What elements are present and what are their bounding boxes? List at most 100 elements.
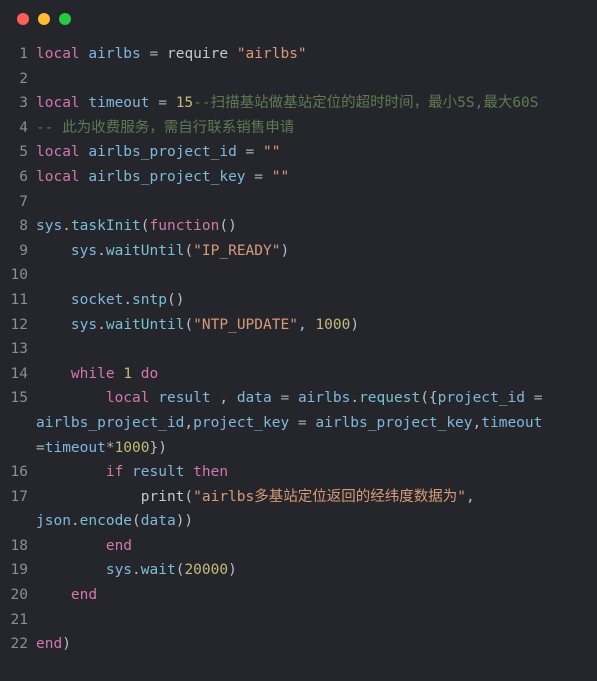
code-line[interactable]: 12 sys.waitUntil("NTP_UPDATE", 1000): [0, 313, 597, 338]
line-code-text[interactable]: [36, 67, 597, 92]
token-id: airlbs_project_id: [36, 414, 185, 431]
token-kw: while: [70, 365, 115, 382]
line-code-text[interactable]: socket.sntp(): [36, 288, 597, 313]
token-punc: .: [97, 242, 106, 259]
code-line[interactable]: 8 sys.taskInit(function(): [0, 214, 597, 239]
code-line[interactable]: 1 local airlbs = require "airlbs": [0, 42, 597, 67]
line-number: 7: [19, 193, 28, 210]
line-code-text[interactable]: local airlbs_project_id = "": [36, 140, 597, 165]
code-line[interactable]: 22 end): [0, 632, 597, 657]
line-code-text[interactable]: if result then: [36, 460, 597, 485]
code-line[interactable]: 21: [0, 608, 597, 633]
token-kw: do: [140, 365, 159, 382]
line-code-text[interactable]: sys.waitUntil("NTP_UPDATE", 1000): [36, 313, 597, 338]
code-line[interactable]: 6 local airlbs_project_key = "": [0, 165, 597, 190]
code-line[interactable]: 4 -- 此为收费服务，需自行联系销售申请: [0, 116, 597, 141]
token-kw: if: [105, 464, 124, 481]
line-number: 9: [19, 242, 28, 259]
token-op: =: [36, 439, 45, 456]
line-number: 6: [19, 168, 28, 185]
token-punc: }): [149, 439, 167, 456]
token-str: "": [263, 144, 281, 161]
token-punc: (: [184, 488, 194, 505]
line-number: 18: [10, 537, 28, 554]
token-punc: ): [228, 562, 237, 579]
token-punc: (): [166, 291, 185, 308]
code-content-area[interactable]: 1 local airlbs = require "airlbs" 2 3 local…: [0, 38, 597, 681]
line-code-text[interactable]: [36, 608, 597, 633]
line-code-text[interactable]: sys.wait(20000): [36, 558, 597, 583]
line-code-text[interactable]: while 1 do: [36, 362, 597, 387]
line-number: 1: [19, 46, 28, 62]
line-number: 5: [19, 144, 28, 161]
line-number: 4: [19, 119, 28, 136]
token-id: result: [132, 464, 185, 481]
line-code-text[interactable]: print("airlbs多基站定位返回的经纬度数据为", json.encod…: [36, 485, 597, 534]
token-punc: ,: [210, 390, 237, 407]
token-kw: end: [105, 537, 133, 554]
maximize-window-button[interactable]: [59, 13, 71, 25]
token-id: result: [158, 390, 211, 407]
token-id: project_id: [437, 390, 525, 407]
token-punc: (): [219, 218, 237, 235]
minimize-window-button[interactable]: [38, 13, 50, 25]
token-plain: require: [166, 46, 229, 62]
code-line[interactable]: 2: [0, 67, 597, 92]
line-code-text[interactable]: local timeout = 15--扫描基站做基站定位的超时时间，最小5S,…: [36, 91, 597, 116]
line-code-text[interactable]: sys.waitUntil("IP_READY"): [36, 239, 597, 264]
token-str: "airlbs多基站定位返回的经纬度数据为": [193, 488, 466, 505]
line-code-text[interactable]: end: [36, 534, 597, 559]
token-kw: local: [36, 144, 80, 161]
line-code-text[interactable]: sys.taskInit(function(): [36, 214, 597, 239]
token-punc: )): [175, 513, 194, 530]
token-id: airlbs_project_key: [88, 168, 246, 185]
token-kw: then: [193, 464, 229, 481]
token-punc: ): [280, 242, 290, 259]
line-code-text[interactable]: [36, 190, 597, 215]
token-punc: .: [350, 390, 360, 407]
code-line[interactable]: 14 while 1 do: [0, 362, 597, 387]
token-str: "NTP_UPDATE": [193, 316, 298, 333]
code-line[interactable]: 19 sys.wait(20000): [0, 558, 597, 583]
line-code-text[interactable]: [36, 263, 597, 288]
code-line[interactable]: 11 socket.sntp(): [0, 288, 597, 313]
code-line[interactable]: 13: [0, 337, 597, 362]
code-line[interactable]: 16 if result then: [0, 460, 597, 485]
token-fn: waitUntil: [105, 316, 185, 333]
line-code-text[interactable]: local airlbs_project_key = "": [36, 165, 597, 190]
token-num: 15: [175, 95, 194, 112]
code-line[interactable]: 5 local airlbs_project_id = "": [0, 140, 597, 165]
code-line[interactable]: 10: [0, 263, 597, 288]
token-op: =: [280, 390, 290, 407]
code-line[interactable]: 18 end: [0, 534, 597, 559]
line-number: 20: [10, 587, 28, 604]
line-code-text[interactable]: -- 此为收费服务，需自行联系销售申请: [36, 116, 597, 141]
code-line[interactable]: 15 local result , data = airlbs.request(…: [0, 386, 597, 460]
token-kw: local: [36, 95, 80, 112]
line-code-text[interactable]: [36, 337, 597, 362]
code-line[interactable]: 3 local timeout = 15--扫描基站做基站定位的超时时间，最小5S…: [0, 91, 597, 116]
token-fn: taskInit: [70, 218, 141, 235]
code-line[interactable]: 20 end: [0, 583, 597, 608]
token-kw: end: [36, 636, 63, 653]
line-code-text[interactable]: local result , data = airlbs.request({pr…: [36, 386, 597, 460]
line-code-text[interactable]: local airlbs = require "airlbs": [36, 42, 597, 67]
code-line[interactable]: 7: [0, 190, 597, 215]
token-id: sys: [70, 242, 98, 259]
code-line[interactable]: 9 sys.waitUntil("IP_READY"): [0, 239, 597, 264]
close-window-button[interactable]: [17, 13, 29, 25]
line-code-text[interactable]: end): [36, 632, 597, 657]
token-punc: ({: [420, 390, 438, 407]
token-op: =: [245, 144, 255, 161]
line-code-text[interactable]: end: [36, 583, 597, 608]
code-line[interactable]: 17 print("airlbs多基站定位返回的经纬度数据为", json.en…: [0, 485, 597, 534]
